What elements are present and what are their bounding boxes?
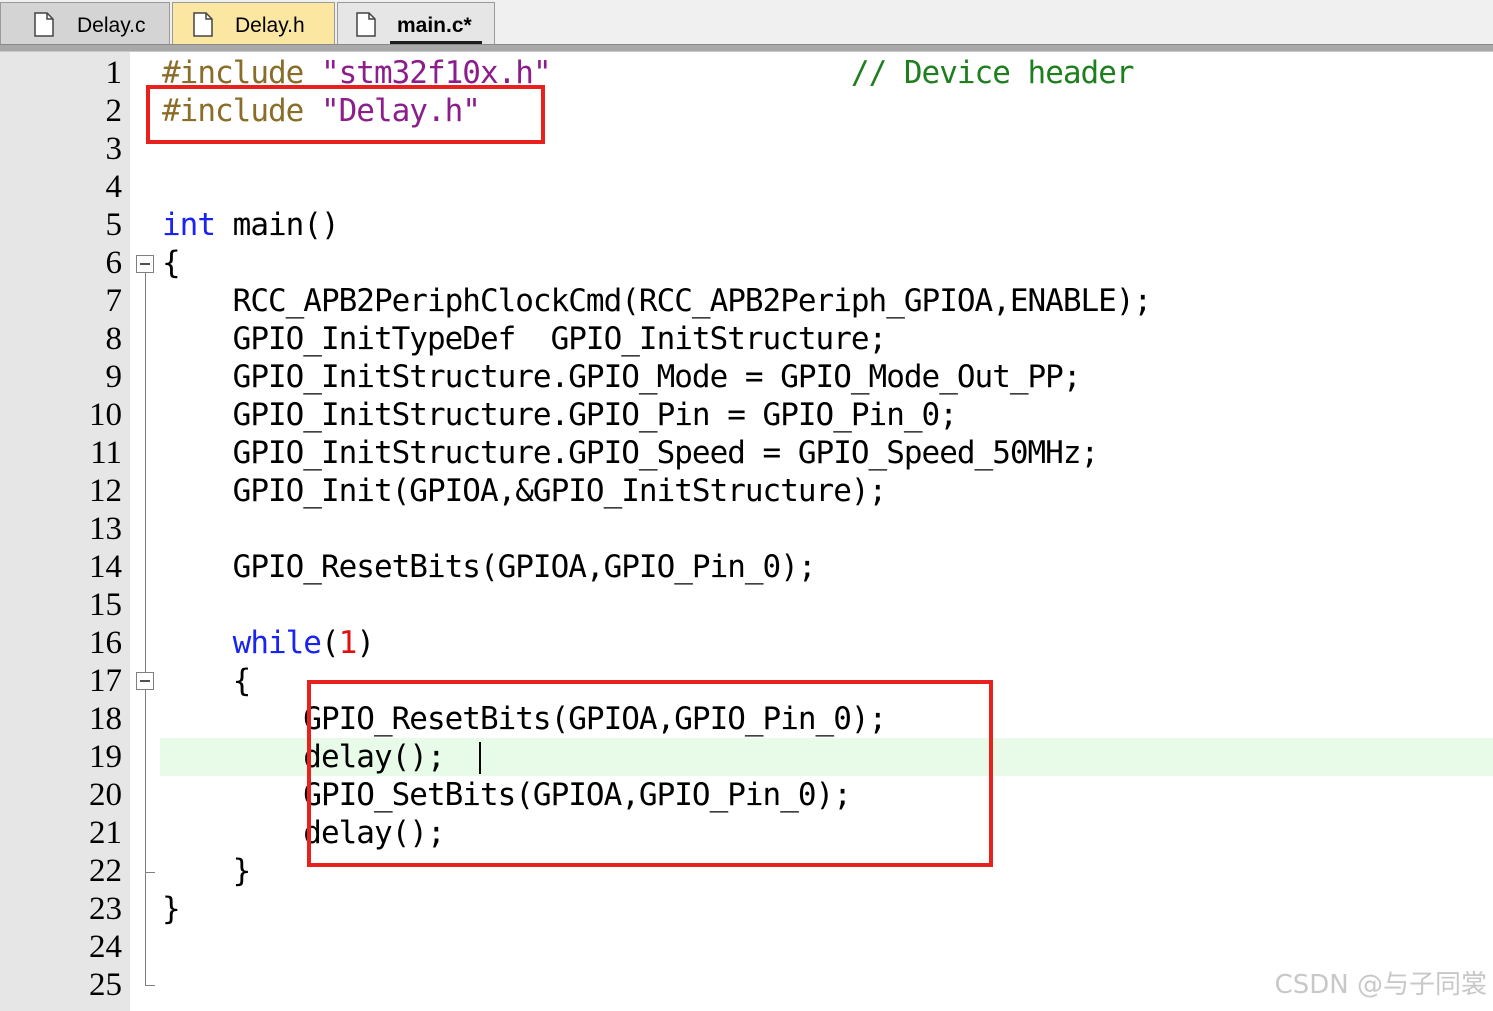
code-token: GPIO_ResetBits(GPIOA,GPIO_Pin_0); [162, 549, 817, 585]
line-number: 20 [89, 777, 122, 813]
code-line: int main() [162, 206, 340, 244]
line-number: 2 [105, 93, 123, 129]
tab-delay-h-label: Delay.h [235, 14, 305, 37]
line-number: 14 [89, 549, 122, 585]
code-token: GPIO_InitStructure.GPIO_Pin = GPIO_Pin_0… [162, 397, 958, 433]
line-number: 23 [89, 891, 122, 927]
tab-delay-h[interactable]: Delay.h [172, 2, 335, 44]
watermark: CSDN @与子同裳 [1274, 970, 1487, 1000]
line-number: 15 [89, 587, 122, 623]
code-line: } [162, 890, 181, 928]
line-number: 3 [105, 131, 123, 167]
code-line: { [162, 662, 252, 700]
tab-bar-divider [0, 44, 1493, 52]
line-number: 8 [105, 321, 123, 357]
code-line: GPIO_ResetBits(GPIOA,GPIO_Pin_0); [162, 548, 817, 586]
annotation-box-include [146, 85, 545, 144]
code-token: GPIO_InitStructure.GPIO_Speed = GPIO_Spe… [162, 435, 1100, 471]
line-number: 5 [105, 207, 123, 243]
line-number: 17 [89, 663, 122, 699]
code-token: int [162, 207, 216, 243]
code-token: GPIO_InitStructure.GPIO_Mode = GPIO_Mode… [162, 359, 1082, 395]
c-file-icon [34, 12, 54, 37]
code-line: RCC_APB2PeriphClockCmd(RCC_APB2Periph_GP… [162, 282, 1153, 320]
line-number: 13 [89, 511, 122, 547]
code-token: RCC_APB2PeriphClockCmd(RCC_APB2Periph_GP… [162, 283, 1153, 319]
annotation-box-loop [307, 680, 993, 867]
code-editor[interactable] [158, 52, 1493, 1011]
code-token: GPIO_Init(GPIOA,&GPIO_InitStructure); [162, 473, 888, 509]
tab-main-c-label: main.c* [397, 14, 472, 37]
code-token: ( [320, 625, 340, 661]
code-token: 1 [338, 625, 358, 661]
line-number: 18 [89, 701, 122, 737]
line-number: 21 [89, 815, 122, 851]
code-line: GPIO_Init(GPIOA,&GPIO_InitStructure); [162, 472, 888, 510]
line-number: 9 [105, 359, 123, 395]
line-number: 1 [105, 55, 123, 91]
line-number: 22 [89, 853, 122, 889]
code-token: } [162, 853, 252, 889]
code-token: { [162, 663, 252, 699]
fold-margin [130, 52, 158, 1011]
code-token: main() [215, 207, 340, 243]
code-line: while(1) [162, 624, 375, 662]
fold-end-marker [145, 985, 155, 986]
c-file-icon [356, 12, 376, 37]
line-number: 19 [89, 739, 122, 775]
h-file-icon [193, 12, 213, 37]
code-token: { [162, 245, 181, 281]
line-number: 16 [89, 625, 122, 661]
code-line: GPIO_InitStructure.GPIO_Speed = GPIO_Spe… [162, 434, 1100, 472]
line-number: 7 [105, 283, 123, 319]
code-token: // Device header [850, 55, 1135, 91]
fold-end-marker [145, 872, 155, 873]
code-token: GPIO_InitTypeDef GPIO_InitStructure; [162, 321, 888, 357]
code-token: ) [356, 625, 375, 661]
tab-delay-c-label: Delay.c [77, 14, 146, 37]
line-number: 25 [89, 967, 122, 1003]
line-number: 10 [89, 397, 122, 433]
line-number: 6 [105, 245, 123, 281]
code-token: } [162, 891, 181, 927]
line-number: 24 [89, 929, 122, 965]
code-token: while [232, 625, 322, 661]
fold-guide [145, 273, 146, 985]
tab-bar: Delay.c Delay.h main.c* [0, 0, 1493, 44]
code-line: { [162, 244, 181, 282]
code-line: } [162, 852, 252, 890]
code-line: GPIO_InitStructure.GPIO_Mode = GPIO_Mode… [162, 358, 1082, 396]
fold-collapse-icon[interactable] [136, 255, 154, 273]
tab-main-c[interactable]: main.c* [337, 2, 495, 44]
tab-delay-c[interactable]: Delay.c [0, 2, 170, 44]
fold-collapse-icon[interactable] [136, 672, 154, 690]
line-number: 12 [89, 473, 122, 509]
line-number: 11 [90, 435, 122, 471]
code-line: GPIO_InitStructure.GPIO_Pin = GPIO_Pin_0… [162, 396, 958, 434]
line-number: 4 [105, 169, 123, 205]
code-line: GPIO_InitTypeDef GPIO_InitStructure; [162, 320, 888, 358]
